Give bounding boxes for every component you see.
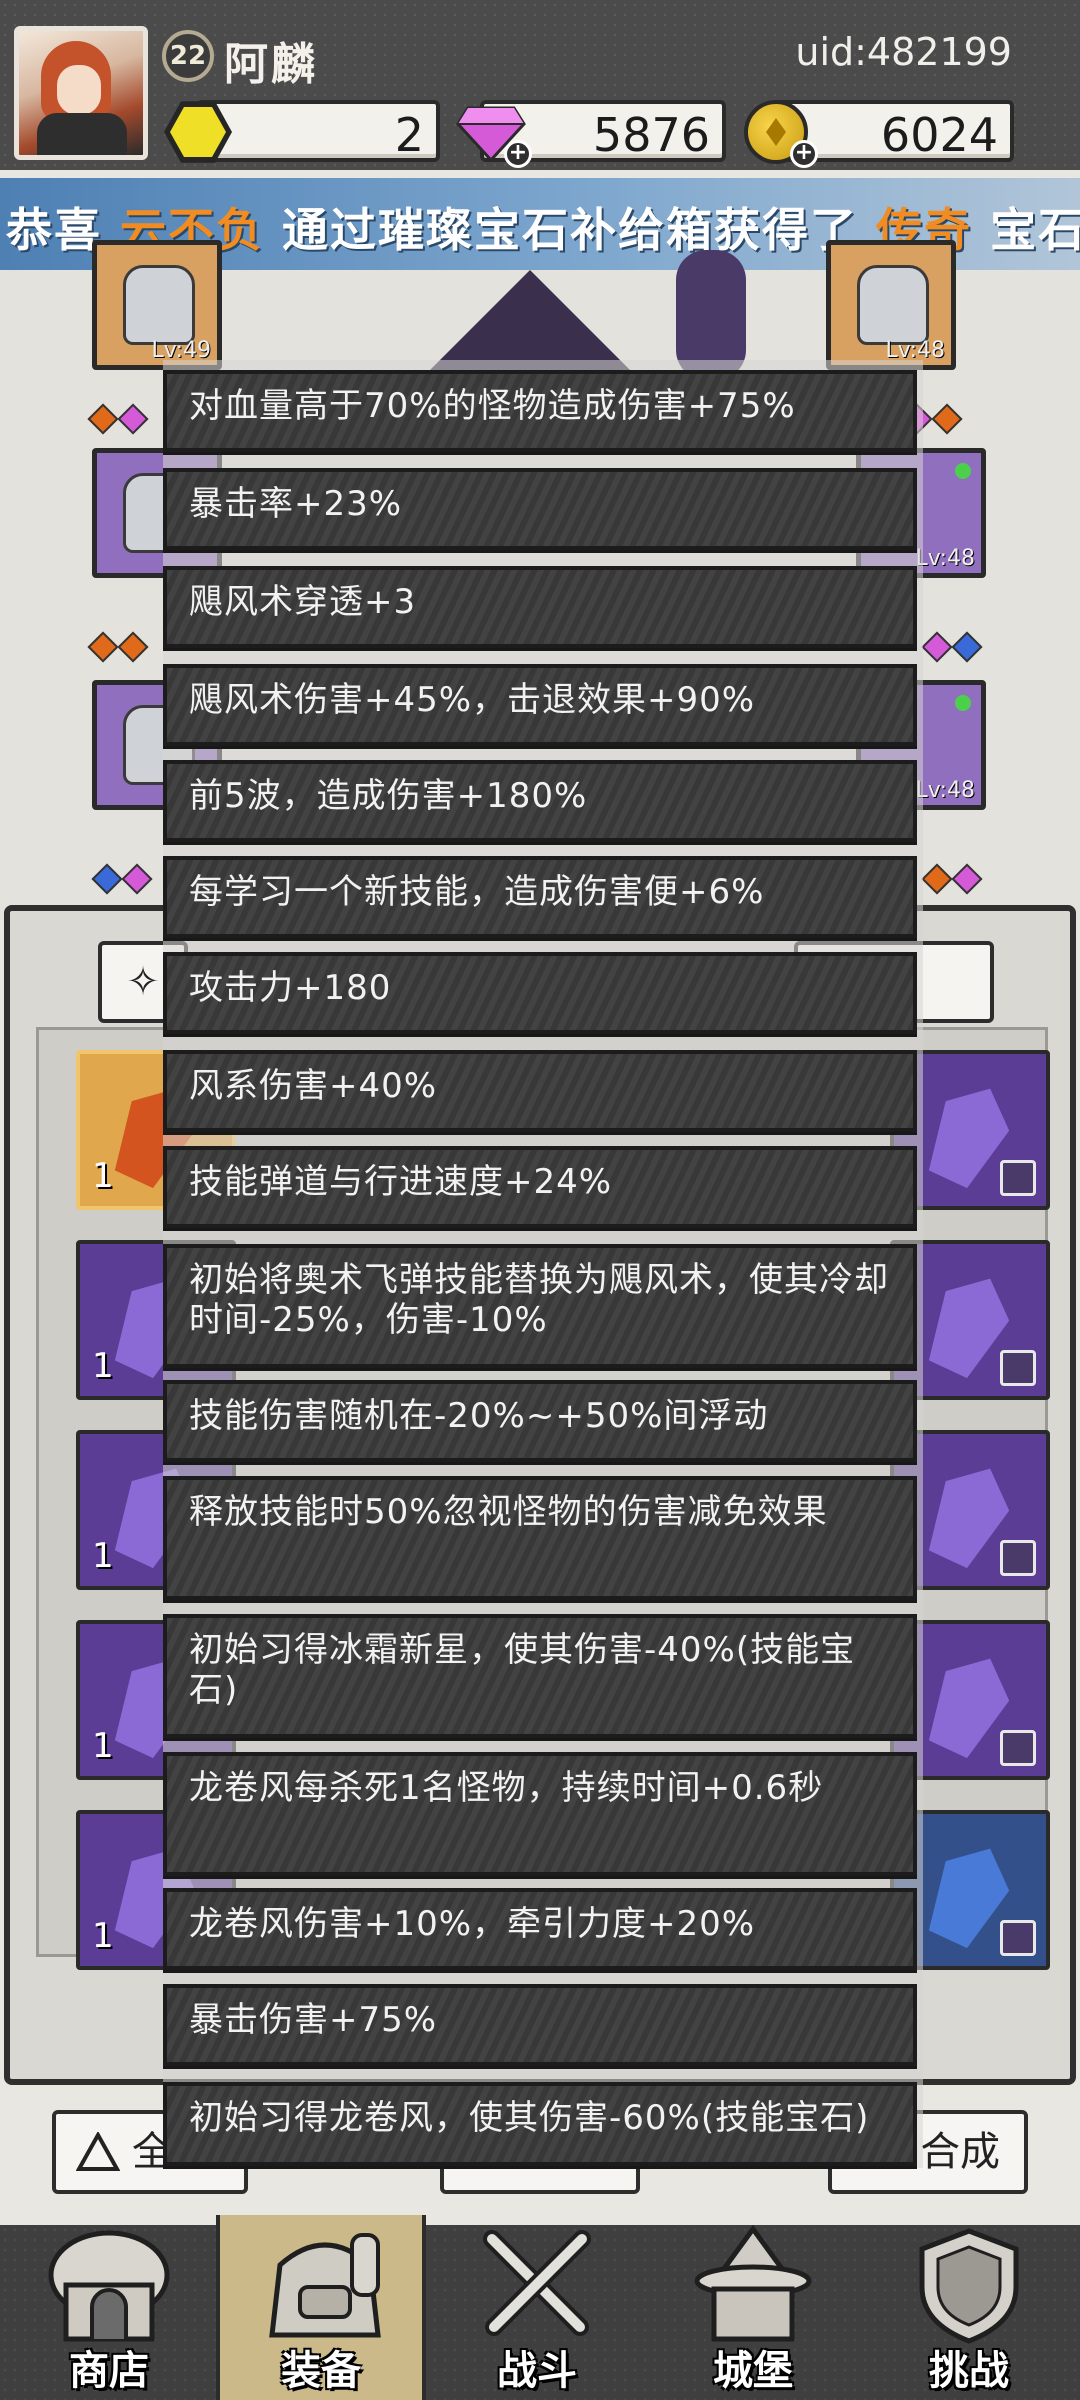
- attribute-tooltip: 释放技能时50%忽视怪物的伤害减免效果: [163, 1476, 917, 1600]
- attribute-tooltip: 暴击率+23%: [163, 468, 917, 550]
- nav-tab-shop[interactable]: 商店: [4, 2215, 214, 2400]
- equipment-bag-icon: [269, 2233, 381, 2338]
- gold-coin-value: 6024: [880, 108, 998, 162]
- attribute-tooltip: 龙卷风每杀死1名怪物，持续时间+0.6秒: [163, 1752, 917, 1876]
- gem-count: 1: [92, 1156, 114, 1196]
- attribute-tooltip: 暴击伤害+75%: [163, 1984, 917, 2066]
- attribute-tooltip: 攻击力+180: [163, 952, 917, 1034]
- announce-suffix: 宝石!: [990, 203, 1080, 257]
- gem-type-tag-icon: [1000, 1730, 1036, 1766]
- nav-tab-castle[interactable]: 城堡: [648, 2215, 858, 2400]
- crossed-swords-icon: [483, 2230, 591, 2336]
- socket-row: [921, 631, 983, 663]
- announce-middle: 通过璀璨宝石补给箱获得了: [282, 203, 859, 257]
- player-avatar[interactable]: [14, 26, 148, 160]
- attribute-tooltip: 飓风术穿透+3: [163, 566, 917, 648]
- gem-count: 1: [92, 1536, 114, 1576]
- equip-level: Lv:48: [915, 778, 975, 803]
- nav-tab-challenge[interactable]: 挑战: [864, 2215, 1074, 2400]
- attribute-tooltip: 初始习得冰霜新星，使其伤害-40%(技能宝石): [163, 1614, 917, 1738]
- nav-tab-battle[interactable]: 战斗: [432, 2215, 642, 2400]
- player-uid: uid:482199: [795, 30, 1012, 74]
- challenge-shield-icon: [919, 2228, 1019, 2344]
- attribute-tooltip: 飓风术伤害+45%，击退效果+90%: [163, 664, 917, 746]
- gold-add-button[interactable]: +: [790, 140, 818, 168]
- attribute-tooltip: 风系伤害+40%: [163, 1050, 917, 1132]
- triangle-filter-icon: [76, 2132, 120, 2171]
- socket-row: [91, 863, 153, 895]
- yellow-gem-counter: 2: [196, 100, 440, 162]
- nav-label: 商店: [69, 2348, 149, 2394]
- announce-prefix: 恭喜: [6, 203, 102, 257]
- equip-slot-weapon[interactable]: Lv:48: [826, 240, 956, 370]
- gem-type-tag-icon: [1000, 1350, 1036, 1386]
- nav-label: 战斗: [497, 2348, 577, 2394]
- equip-slot-chest[interactable]: Lv:49: [92, 240, 222, 370]
- equip-level: Lv:48: [915, 546, 975, 571]
- nav-label: 城堡: [713, 2348, 793, 2394]
- gem-type-tag-icon: [1000, 1540, 1036, 1576]
- attribute-tooltip: 初始将奥术飞弹技能替换为飓风术，使其冷却时间-25%，伤害-10%: [163, 1244, 917, 1368]
- nav-label: 装备: [281, 2348, 361, 2394]
- new-indicator-dot: [955, 695, 971, 711]
- gem-count: 1: [92, 1916, 114, 1956]
- new-indicator-dot: [955, 463, 971, 479]
- armor-icon: [123, 265, 195, 345]
- gem-type-tag-icon: [1000, 1160, 1036, 1196]
- attribute-tooltip: 技能伤害随机在-20%~+50%间浮动: [163, 1380, 917, 1462]
- weapon-icon: [857, 265, 929, 345]
- gem-count: 1: [92, 1726, 114, 1766]
- yellow-gem-value: 2: [394, 108, 424, 162]
- player-name: 阿麟: [224, 39, 318, 90]
- merge-label: 合成: [920, 2129, 1000, 2175]
- attribute-tooltip: 龙卷风伤害+10%，牵引力度+20%: [163, 1888, 917, 1970]
- gem-count: 1: [92, 1346, 114, 1386]
- attribute-tooltip: 技能弹道与行进速度+24%: [163, 1146, 917, 1228]
- attribute-tooltip: 前5波，造成伤害+180%: [163, 760, 917, 842]
- diamond-add-button[interactable]: +: [504, 140, 532, 168]
- attribute-tooltip: 初始习得龙卷风，使其伤害-60%(技能宝石): [163, 2082, 917, 2166]
- player-level-badge: 22: [162, 30, 214, 82]
- socket-row: [87, 631, 149, 663]
- gem-type-tag-icon: [1000, 1920, 1036, 1956]
- diamond-value: 5876: [592, 108, 710, 162]
- attribute-tooltip: 对血量高于70%的怪物造成伤害+75%: [163, 370, 917, 452]
- socket-row: [921, 863, 983, 895]
- castle-icon: [694, 2225, 812, 2342]
- attribute-tooltip: 每学习一个新技能，造成伤害便+6%: [163, 856, 917, 938]
- nav-label: 挑战: [929, 2348, 1009, 2394]
- nav-tab-equipment[interactable]: 装备: [216, 2215, 426, 2400]
- shop-icon: [48, 2230, 170, 2342]
- socket-row: [87, 403, 149, 435]
